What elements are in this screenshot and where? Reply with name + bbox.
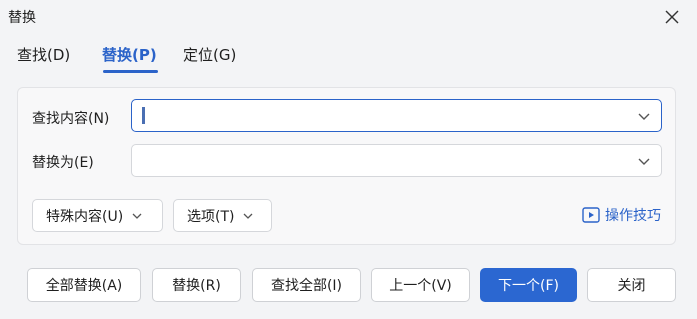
chevron-down-icon[interactable] bbox=[637, 154, 651, 168]
chevron-down-icon bbox=[244, 213, 253, 219]
chevron-down-icon[interactable] bbox=[637, 109, 651, 123]
title-bar: 替换 bbox=[0, 0, 697, 34]
find-all-button[interactable]: 查找全部(I) bbox=[252, 268, 361, 302]
options-button[interactable]: 选项(T) bbox=[173, 199, 272, 232]
tab-bar: 查找(D) 替换(P) 定位(G) bbox=[0, 44, 697, 74]
replace-panel: 查找内容(N) 替换为(E) 特殊内容(U) 选项(T) 操作技巧 bbox=[17, 87, 676, 245]
replace-input[interactable] bbox=[140, 149, 624, 173]
special-content-button[interactable]: 特殊内容(U) bbox=[32, 199, 163, 232]
replace-button[interactable]: 替换(R) bbox=[152, 268, 241, 302]
tips-link[interactable]: 操作技巧 bbox=[582, 205, 661, 225]
special-content-label: 特殊内容(U) bbox=[46, 208, 124, 225]
tab-find[interactable]: 查找(D) bbox=[17, 44, 70, 65]
find-label: 查找内容(N) bbox=[32, 111, 110, 127]
replace-combobox[interactable] bbox=[131, 144, 662, 177]
chevron-down-icon bbox=[132, 213, 142, 219]
play-video-icon bbox=[582, 207, 600, 223]
close-button[interactable]: 关闭 bbox=[587, 268, 676, 302]
previous-button[interactable]: 上一个(V) bbox=[371, 268, 470, 302]
find-combobox[interactable] bbox=[131, 99, 662, 132]
active-tab-indicator bbox=[103, 70, 158, 73]
close-icon[interactable] bbox=[661, 6, 683, 28]
replace-all-button[interactable]: 全部替换(A) bbox=[27, 268, 141, 302]
replace-label: 替换为(E) bbox=[32, 155, 94, 171]
tab-goto[interactable]: 定位(G) bbox=[183, 44, 236, 65]
find-input[interactable] bbox=[140, 104, 624, 128]
window-title: 替换 bbox=[8, 10, 36, 26]
tab-replace[interactable]: 替换(P) bbox=[102, 44, 157, 65]
tips-label: 操作技巧 bbox=[605, 208, 661, 224]
options-label: 选项(T) bbox=[187, 208, 235, 225]
next-button[interactable]: 下一个(F) bbox=[480, 268, 577, 302]
